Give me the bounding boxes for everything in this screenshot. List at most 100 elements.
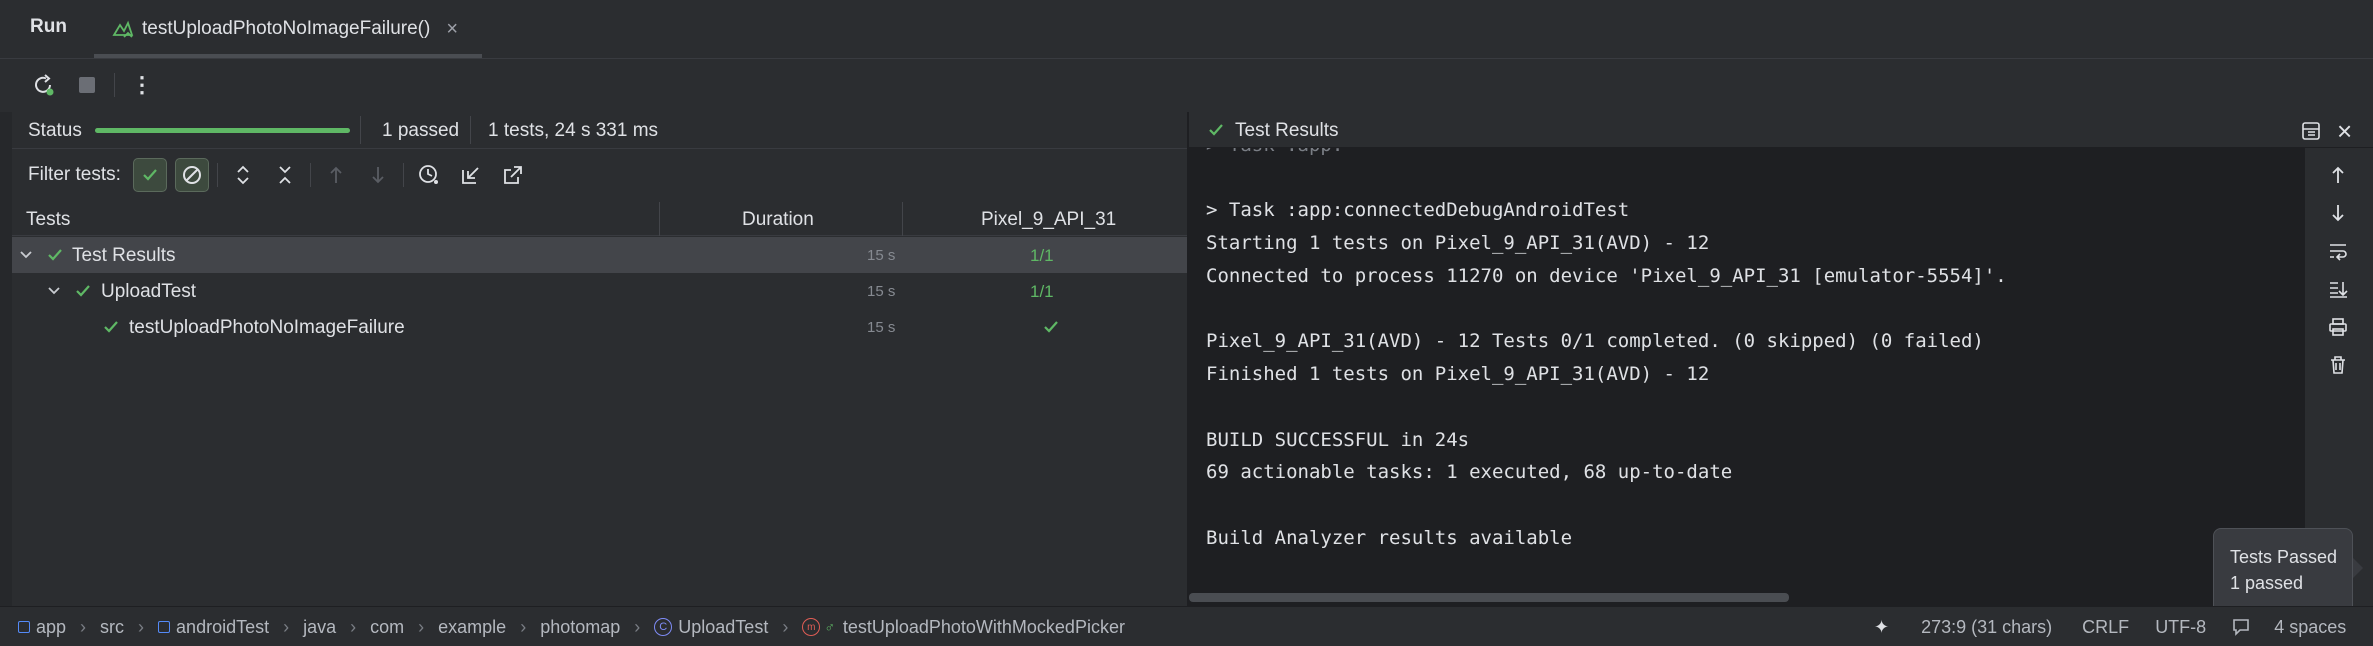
console-line: Starting 1 tests on Pixel_9_API_31(AVD) … — [1206, 231, 1710, 254]
line-ending[interactable]: CRLF — [2082, 617, 2129, 638]
close-console-icon[interactable]: × — [2337, 118, 2352, 144]
close-tab-icon[interactable]: × — [446, 18, 458, 41]
console-line: BUILD SUCCESSFUL in 24s — [1206, 428, 1470, 451]
console-lines: > Task :app:connectedDebugAndroidTest Sta… — [1206, 194, 2007, 555]
console-title: Test Results — [1235, 120, 1339, 141]
module-icon — [158, 621, 171, 633]
test-run-config-icon — [112, 19, 134, 39]
tree-row-test-results[interactable]: Test Results 15 s 1/1 — [12, 237, 1187, 273]
breadcrumb-separator-icon: › — [782, 616, 789, 637]
console-header: Test Results × — [1189, 112, 2373, 148]
stop-button[interactable] — [70, 68, 104, 102]
module-icon — [18, 621, 30, 633]
status-row: Status 1 passed 1 tests, 24 s 331 ms — [0, 112, 1187, 148]
bottom-status-bar: app › src › androidTest › java › com › e… — [0, 606, 2373, 646]
run-title: Run — [30, 16, 67, 37]
import-tests-icon[interactable] — [454, 158, 488, 192]
tree-row-upload-test[interactable]: UploadTest 15 s 1/1 — [12, 273, 1187, 309]
export-results-icon[interactable] — [496, 158, 530, 192]
filter-toolbar: Filter tests: — [28, 157, 530, 193]
console-line: Build Analyzer results available — [1206, 526, 1573, 549]
column-header-device[interactable]: Pixel_9_API_31 — [981, 209, 1116, 231]
tree-row-label: Test Results — [72, 245, 176, 266]
scroll-to-end-icon[interactable] — [2321, 272, 2355, 306]
comment-icon[interactable] — [2232, 618, 2250, 636]
breadcrumb-separator-icon: › — [283, 616, 290, 637]
breadcrumb-item[interactable]: example — [438, 617, 506, 638]
tree-header: Tests Duration Pixel_9_API_31 — [12, 202, 1187, 236]
tree-row-duration: 15 s — [867, 247, 896, 264]
passed-count: 1 passed — [382, 120, 460, 141]
breadcrumb-separator-icon: › — [634, 616, 641, 637]
console-line: Connected to process 11270 on device 'Pi… — [1206, 264, 2007, 287]
column-header-tests[interactable]: Tests — [26, 209, 70, 231]
breadcrumb-separator-icon: › — [350, 616, 357, 637]
breadcrumb-item[interactable]: testUploadPhotoWithMockedPicker — [843, 617, 1125, 638]
tests-tree: Tests Duration Pixel_9_API_31 Test Resul… — [12, 202, 1187, 606]
lock-open-icon: ♂ — [824, 619, 835, 635]
passed-check-icon — [1207, 121, 1225, 139]
console-output[interactable]: > Task :app: > Task :app:connectedDebugA… — [1189, 148, 2305, 606]
breadcrumb-item[interactable]: java — [303, 617, 336, 638]
notification-body: 1 passed — [2230, 573, 2304, 593]
expand-all-icon[interactable] — [226, 158, 260, 192]
column-header-duration[interactable]: Duration — [742, 209, 814, 231]
breadcrumb-separator-icon: › — [80, 616, 87, 637]
indent-setting[interactable]: 4 spaces — [2274, 617, 2346, 638]
console-line: Pixel_9_API_31(AVD) - 12 Tests 0/1 compl… — [1206, 330, 1984, 353]
soft-wrap-icon[interactable] — [2321, 234, 2355, 268]
file-encoding[interactable]: UTF-8 — [2155, 617, 2206, 638]
console-line: > Task :app:connectedDebugAndroidTest — [1206, 199, 1630, 221]
tree-row-device-result: 1/1 — [1030, 246, 1054, 265]
notification-title: Tests Passed — [2230, 547, 2338, 567]
class-icon: C — [654, 618, 673, 636]
device-passed-check-icon — [1042, 318, 1060, 336]
notification-arrow — [2353, 558, 2363, 578]
tests-summary: 1 tests, 24 s 331 ms — [488, 120, 659, 141]
show-passed-toggle[interactable] — [132, 158, 167, 192]
breadcrumb-item[interactable]: src — [100, 617, 124, 638]
tree-row-label: UploadTest — [101, 281, 197, 302]
scroll-down-icon[interactable] — [2321, 196, 2355, 230]
previous-failed-icon[interactable] — [319, 158, 353, 192]
progress-bar-fill — [95, 128, 350, 133]
chevron-down-icon[interactable] — [18, 247, 34, 263]
run-header: Run testUploadPhotoNoImageFailure() × — [0, 0, 2373, 58]
caret-position[interactable]: 273:9 (31 chars) — [1921, 617, 2052, 638]
tree-row-test-method[interactable]: testUploadPhotoNoImageFailure 15 s — [12, 309, 1187, 345]
next-failed-icon[interactable] — [361, 158, 395, 192]
print-icon[interactable] — [2321, 310, 2355, 344]
scroll-up-icon[interactable] — [2321, 158, 2355, 192]
passed-check-icon — [46, 246, 64, 264]
clear-all-icon[interactable] — [2321, 348, 2355, 382]
tests-passed-notification[interactable]: Tests Passed 1 passed — [2213, 528, 2353, 614]
rerun-button[interactable] — [26, 68, 60, 102]
breadcrumb-item[interactable]: UploadTest — [678, 617, 768, 638]
console-line: Finished 1 tests on Pixel_9_API_31(AVD) … — [1206, 362, 1710, 385]
collapse-all-icon[interactable] — [268, 158, 302, 192]
breadcrumb-item[interactable]: app — [36, 617, 66, 638]
status-widgets: ✦ 273:9 (31 chars) CRLF UTF-8 4 spaces — [1874, 616, 2346, 638]
tree-row-duration: 15 s — [867, 283, 896, 300]
tree-row-label: testUploadPhotoNoImageFailure — [129, 317, 405, 338]
console-clipped-line: > Task :app: — [1206, 148, 1343, 156]
ai-sparkle-icon[interactable]: ✦ — [1874, 617, 1889, 638]
horizontal-scrollbar[interactable] — [1189, 593, 1789, 602]
breadcrumb-item[interactable]: com — [370, 617, 404, 638]
show-ignored-toggle[interactable] — [174, 158, 209, 192]
breadcrumb-item[interactable]: androidTest — [176, 617, 269, 638]
console-line: 69 actionable tasks: 1 executed, 68 up-t… — [1206, 461, 1733, 484]
breadcrumb-separator-icon: › — [520, 616, 527, 637]
method-icon: m — [802, 618, 821, 636]
layout-toggle-icon[interactable] — [2301, 121, 2321, 141]
chevron-down-icon[interactable] — [46, 283, 62, 299]
breadcrumb-item[interactable]: photomap — [540, 617, 620, 638]
test-history-icon[interactable] — [412, 158, 446, 192]
passed-check-icon — [74, 282, 92, 300]
more-options-icon[interactable]: ⋮ — [125, 68, 159, 102]
tab-test-run[interactable]: testUploadPhotoNoImageFailure() × — [112, 12, 458, 46]
passed-check-icon — [102, 318, 120, 336]
